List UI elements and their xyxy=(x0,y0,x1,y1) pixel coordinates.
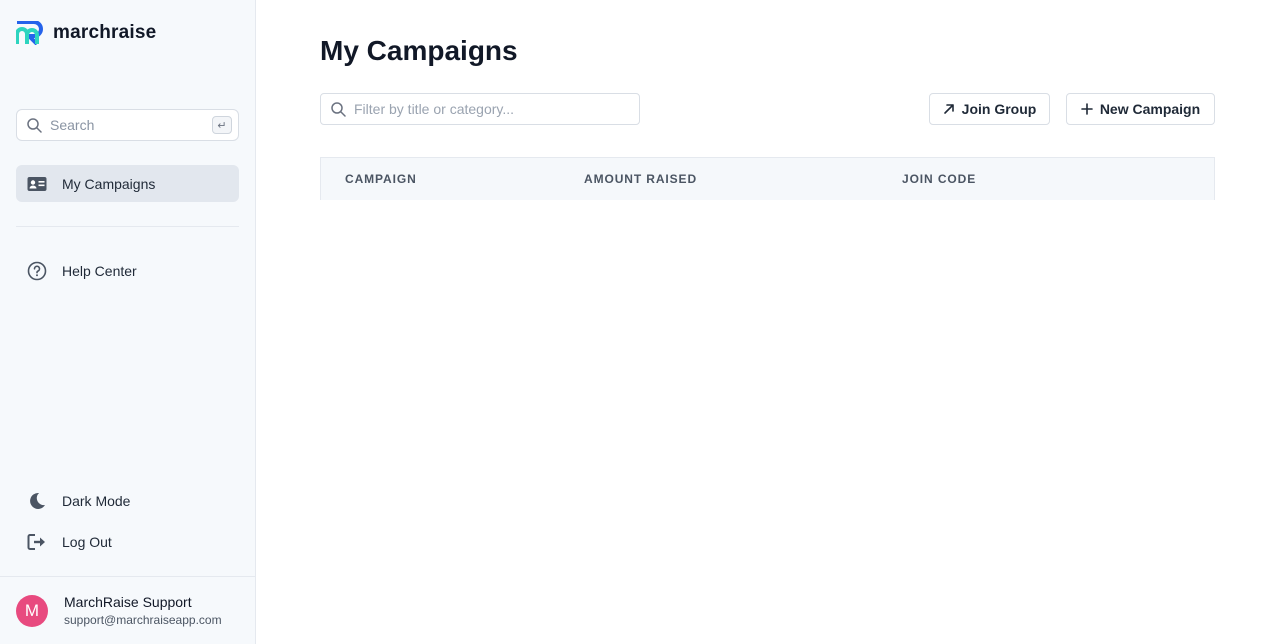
search-icon xyxy=(27,118,42,133)
brand-name: marchraise xyxy=(53,22,157,43)
help-circle-icon xyxy=(27,261,47,281)
join-group-label: Join Group xyxy=(961,101,1037,117)
user-info: MarchRaise Support support@marchraiseapp… xyxy=(64,594,222,627)
sidebar-item-my-campaigns[interactable]: My Campaigns xyxy=(16,165,239,202)
sidebar-search-input[interactable]: Search ↵ xyxy=(16,109,239,141)
new-campaign-button[interactable]: New Campaign xyxy=(1066,93,1215,125)
plus-icon xyxy=(1081,103,1093,115)
sidebar-item-help-center[interactable]: Help Center xyxy=(16,252,239,289)
moon-icon xyxy=(27,491,47,511)
search-placeholder: Search xyxy=(50,117,95,133)
campaign-filter-input[interactable]: Filter by title or category... xyxy=(320,93,640,125)
app-root: marchraise Search ↵ My Campaigns Help Ce… xyxy=(0,0,1280,644)
filter-placeholder: Filter by title or category... xyxy=(354,101,515,117)
marchraise-logo-icon xyxy=(16,21,43,45)
sidebar-divider xyxy=(16,226,239,227)
avatar: M xyxy=(16,594,48,627)
sidebar-item-label: Help Center xyxy=(62,262,137,279)
logout-button[interactable]: Log Out xyxy=(16,523,239,560)
page-title: My Campaigns xyxy=(320,35,518,66)
id-card-icon xyxy=(27,174,47,194)
main-content: My Campaigns Filter by title or category… xyxy=(256,0,1280,644)
user-name: MarchRaise Support xyxy=(64,594,192,610)
column-header-amount-raised[interactable]: AMOUNT RAISED xyxy=(584,172,697,186)
dark-mode-label: Dark Mode xyxy=(62,492,131,509)
brand-logo[interactable]: marchraise xyxy=(16,21,156,45)
join-group-button[interactable]: Join Group xyxy=(929,93,1050,125)
column-header-join-code[interactable]: JOIN CODE xyxy=(902,172,976,186)
campaigns-table-header: CAMPAIGN AMOUNT RAISED JOIN CODE xyxy=(320,157,1215,200)
user-email: support@marchraiseapp.com xyxy=(64,613,222,627)
user-profile[interactable]: M MarchRaise Support support@marchraisea… xyxy=(0,576,255,644)
search-icon xyxy=(331,102,346,117)
logout-label: Log Out xyxy=(62,533,112,550)
new-campaign-label: New Campaign xyxy=(1099,101,1201,117)
logout-icon xyxy=(27,532,47,552)
column-header-campaign[interactable]: CAMPAIGN xyxy=(345,172,417,186)
sidebar: marchraise Search ↵ My Campaigns Help Ce… xyxy=(0,0,256,644)
enter-key-hint: ↵ xyxy=(212,116,232,134)
dark-mode-toggle[interactable]: Dark Mode xyxy=(16,482,239,519)
sidebar-item-label: My Campaigns xyxy=(62,175,156,192)
arrow-up-right-icon xyxy=(943,104,954,114)
